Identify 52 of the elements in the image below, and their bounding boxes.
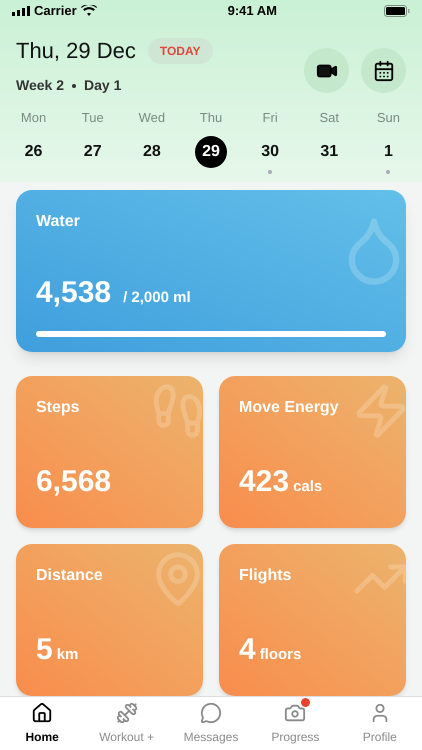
wifi-icon xyxy=(80,5,97,17)
stat-value: 6,568 xyxy=(36,464,112,500)
weekday-label: Sun xyxy=(376,109,400,127)
clock: 9:41 AM xyxy=(228,2,277,20)
water-title: Water xyxy=(36,212,81,232)
weekday-label: Sat xyxy=(320,109,340,127)
water-value: 4,538 xyxy=(36,274,112,310)
stat-title: Steps xyxy=(36,398,81,418)
weekday-label: Thu xyxy=(200,109,222,127)
chat-bubble-icon xyxy=(200,702,222,724)
day-item[interactable]: Wed 28 xyxy=(122,108,182,174)
weekday-label: Tue xyxy=(82,109,104,127)
tab-item[interactable]: Home xyxy=(0,697,84,750)
home-icon xyxy=(31,702,54,724)
date-title: Thu, 29 Dec xyxy=(16,37,136,65)
day-item[interactable]: Thu 29 xyxy=(181,108,241,174)
calendar-icon xyxy=(372,60,394,82)
stat-value: 5 xyxy=(36,632,53,668)
day-label: Day 1 xyxy=(84,76,122,95)
day-number: 27 xyxy=(82,142,103,162)
day-item[interactable]: Sun 1 xyxy=(358,108,418,174)
stat-title: Flights xyxy=(239,566,292,586)
day-item[interactable]: Sat 31 xyxy=(300,108,359,174)
stat-unit: km xyxy=(56,644,78,664)
weekday-label: Fri xyxy=(262,109,278,127)
week-label: Week 2 xyxy=(16,76,64,95)
day-item[interactable]: Fri 30 xyxy=(240,108,300,174)
weekday-label: Mon xyxy=(20,109,46,127)
carrier-name: Carrier xyxy=(34,2,77,20)
stat-title: Move Energy xyxy=(239,398,340,418)
weekday-label: Wed xyxy=(138,109,166,127)
day-number: 26 xyxy=(24,142,44,162)
stat-unit: cals xyxy=(293,476,322,496)
water-target: / 2,000 ml xyxy=(123,288,191,308)
day-number: 29 xyxy=(194,136,227,168)
battery-icon xyxy=(384,5,410,17)
stat-title: Distance xyxy=(36,566,104,586)
dumbbell-icon xyxy=(116,702,138,724)
day-item[interactable]: Tue 27 xyxy=(63,108,122,174)
stat-value: 423 xyxy=(239,464,290,500)
calendar-button[interactable] xyxy=(361,48,406,93)
day-number: 28 xyxy=(142,142,162,162)
day-number: 31 xyxy=(319,142,340,162)
day-number: 30 xyxy=(260,142,280,162)
stat-unit: floors xyxy=(260,644,302,664)
video-button[interactable] xyxy=(304,48,349,93)
stat-value: 4 xyxy=(239,632,256,668)
today-badge: TODAY xyxy=(148,38,213,64)
signal-icon xyxy=(12,6,30,16)
tab-item[interactable]: Workout + xyxy=(84,697,169,750)
day-item[interactable]: Mon 26 xyxy=(4,108,64,174)
day-number: 1 xyxy=(382,142,394,162)
